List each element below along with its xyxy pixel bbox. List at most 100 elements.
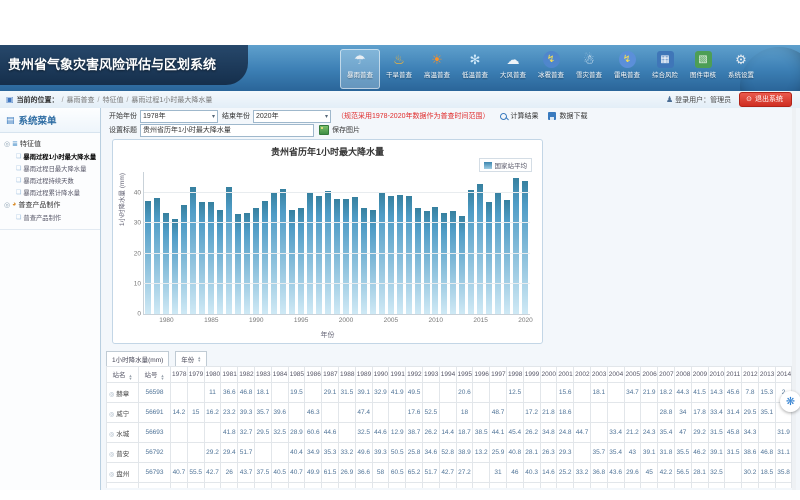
year-column-header[interactable]: 1987 bbox=[322, 367, 339, 383]
nav-item-snow[interactable]: ☃雪灾普查 bbox=[570, 49, 608, 89]
nav-item-wind[interactable]: ☁大风普查 bbox=[494, 49, 532, 89]
year-column-header[interactable]: 1995 bbox=[456, 367, 473, 383]
year-column-header[interactable]: 1981 bbox=[221, 367, 238, 383]
breadcrumb-link[interactable]: 暴雨普查 bbox=[67, 97, 95, 104]
station-name-cell[interactable]: ◎桐梓 bbox=[107, 483, 139, 489]
year-column-header[interactable]: 2010 bbox=[708, 367, 725, 383]
nav-item-high-temp[interactable]: ☀高温普查 bbox=[418, 49, 456, 89]
sidebar-group-0[interactable]: ◎≣特征值 bbox=[4, 137, 100, 150]
year-column-header[interactable]: 2007 bbox=[658, 367, 675, 383]
collapse-icon[interactable]: ◎ bbox=[4, 140, 10, 148]
breadcrumb-separator: / bbox=[98, 97, 100, 104]
nav-item-hail[interactable]: ↯冰雹普查 bbox=[532, 49, 570, 89]
scroll-strip[interactable] bbox=[792, 108, 796, 490]
year-column-header[interactable]: 1986 bbox=[305, 367, 322, 383]
value-type-chip[interactable]: 1小时降水量(mm) bbox=[106, 351, 169, 367]
value-cell: 26.9 bbox=[338, 463, 355, 483]
value-cell: 48.7 bbox=[490, 403, 507, 423]
floating-widget-icon[interactable]: ❋ bbox=[780, 391, 800, 412]
sidebar-item[interactable]: ❏暴雨过程累计降水量 bbox=[16, 186, 100, 198]
sidebar-item[interactable]: ❏暴雨过程1小时最大降水量 bbox=[16, 150, 100, 162]
station-name-cell[interactable]: ◎威宁 bbox=[107, 403, 139, 423]
column-header[interactable]: 站名▲▼ bbox=[107, 367, 139, 383]
sidebar-item[interactable]: ❏暴雨过程日最大降水量 bbox=[16, 162, 100, 174]
year-column-header[interactable]: 1990 bbox=[372, 367, 389, 383]
end-year-select[interactable]: 2020年 ▾ bbox=[253, 110, 331, 123]
value-cell bbox=[574, 383, 591, 403]
station-name-cell[interactable]: ◎水城 bbox=[107, 423, 139, 443]
sort-arrows-icon[interactable]: ▲▼ bbox=[129, 374, 133, 381]
year-column-header[interactable]: 2014 bbox=[775, 367, 792, 383]
breadcrumb-link[interactable]: 暴雨过程1小时最大降水量 bbox=[131, 97, 212, 104]
breadcrumb-link[interactable]: 特征值 bbox=[102, 97, 123, 104]
value-cell: 33.2 bbox=[238, 483, 255, 489]
radio-icon[interactable]: ◎ bbox=[109, 392, 114, 398]
year-column-header[interactable]: 1983 bbox=[254, 367, 271, 383]
end-year-label: 结束年份 bbox=[222, 111, 250, 121]
year-column-header[interactable]: 1998 bbox=[506, 367, 523, 383]
sort-arrows-icon[interactable]: ▲▼ bbox=[161, 374, 165, 381]
year-column-header[interactable]: 1982 bbox=[238, 367, 255, 383]
year-column-header[interactable]: 2008 bbox=[674, 367, 691, 383]
year-column-header[interactable]: 1993 bbox=[422, 367, 439, 383]
nav-item-low-temp[interactable]: ✻低温普查 bbox=[456, 49, 494, 89]
value-cell: 29.3 bbox=[742, 483, 759, 489]
station-name-cell[interactable]: ◎赫章 bbox=[107, 383, 139, 403]
collapse-icon[interactable]: ◎ bbox=[4, 201, 10, 209]
data-table-wrap: 站名▲▼站号▲▼19781979198019811982198319841985… bbox=[106, 366, 795, 488]
logout-button[interactable]: ⊙ 退出系统 bbox=[739, 92, 792, 107]
value-cell: 31.4 bbox=[725, 403, 742, 423]
year-column-header[interactable]: 1992 bbox=[406, 367, 423, 383]
download-button[interactable]: 数据下载 bbox=[548, 111, 587, 121]
calculate-label: 计算结果 bbox=[510, 111, 538, 121]
year-column-header[interactable]: 2012 bbox=[742, 367, 759, 383]
year-column-header[interactable]: 2000 bbox=[540, 367, 557, 383]
year-column-header[interactable]: 1978 bbox=[171, 367, 188, 383]
sidebar-item[interactable]: ❏暴雨过程持续天数 bbox=[16, 174, 100, 186]
year-column-header[interactable]: 2013 bbox=[758, 367, 775, 383]
radio-icon[interactable]: ◎ bbox=[109, 412, 114, 418]
year-column-header[interactable]: 1997 bbox=[490, 367, 507, 383]
page-body: ▤ 系统菜单 ◎≣特征值❏暴雨过程1小时最大降水量❏暴雨过程日最大降水量❏暴雨过… bbox=[0, 108, 800, 490]
year-column-header[interactable]: 2002 bbox=[574, 367, 591, 383]
radio-icon[interactable]: ◎ bbox=[109, 472, 114, 478]
station-name-cell[interactable]: ◎普安 bbox=[107, 443, 139, 463]
nav-item-risk[interactable]: ▦综合风险 bbox=[646, 49, 684, 89]
year-column-header[interactable]: 1988 bbox=[338, 367, 355, 383]
year-column-header[interactable]: 1979 bbox=[187, 367, 204, 383]
save-image-button[interactable]: 保存图片 bbox=[319, 125, 360, 135]
sidebar-group-1[interactable]: ◎◕普查产品制作 bbox=[4, 198, 100, 211]
year-column-header[interactable]: 2006 bbox=[641, 367, 658, 383]
year-column-header[interactable]: 2001 bbox=[557, 367, 574, 383]
year-column-header[interactable]: 1989 bbox=[355, 367, 372, 383]
year-column-header[interactable]: 1985 bbox=[288, 367, 305, 383]
nav-item-settings[interactable]: ⚙系统设置 bbox=[722, 49, 760, 89]
nav-item-map-review[interactable]: ▧图件审核 bbox=[684, 49, 722, 89]
nav-item-drought[interactable]: ♨干旱普查 bbox=[380, 49, 418, 89]
value-cell: 45 bbox=[641, 463, 658, 483]
station-name-cell[interactable]: ◎盘州 bbox=[107, 463, 139, 483]
nav-item-lightning[interactable]: ↯雷电普查 bbox=[608, 49, 646, 89]
sidebar-item[interactable]: ❏普查产品制作 bbox=[16, 211, 100, 223]
chart-title-input[interactable] bbox=[140, 124, 314, 137]
value-cell: 17.8 bbox=[691, 403, 708, 423]
year-column-header[interactable]: 1994 bbox=[439, 367, 456, 383]
radio-icon[interactable]: ◎ bbox=[109, 452, 114, 458]
value-cell bbox=[422, 383, 439, 403]
year-column-header[interactable]: 2003 bbox=[590, 367, 607, 383]
year-column-header[interactable]: 2009 bbox=[691, 367, 708, 383]
year-column-header[interactable]: 2004 bbox=[607, 367, 624, 383]
year-column-header[interactable]: 1991 bbox=[389, 367, 406, 383]
year-column-header[interactable]: 1980 bbox=[204, 367, 221, 383]
year-column-header[interactable]: 2005 bbox=[624, 367, 641, 383]
start-year-select[interactable]: 1978年 ▾ bbox=[140, 110, 218, 123]
year-column-header[interactable]: 2011 bbox=[725, 367, 742, 383]
nav-item-rainstorm[interactable]: ☂暴雨普查 bbox=[340, 49, 380, 89]
year-column-header[interactable]: 1999 bbox=[523, 367, 540, 383]
column-header[interactable]: 站号▲▼ bbox=[139, 367, 171, 383]
year-column-header[interactable]: 1996 bbox=[473, 367, 490, 383]
year-column-header[interactable]: 1984 bbox=[271, 367, 288, 383]
year-sort-chip[interactable]: 年份 ▲▼ bbox=[175, 351, 207, 367]
calculate-button[interactable]: 计算结果 bbox=[500, 111, 538, 121]
radio-icon[interactable]: ◎ bbox=[109, 432, 114, 438]
